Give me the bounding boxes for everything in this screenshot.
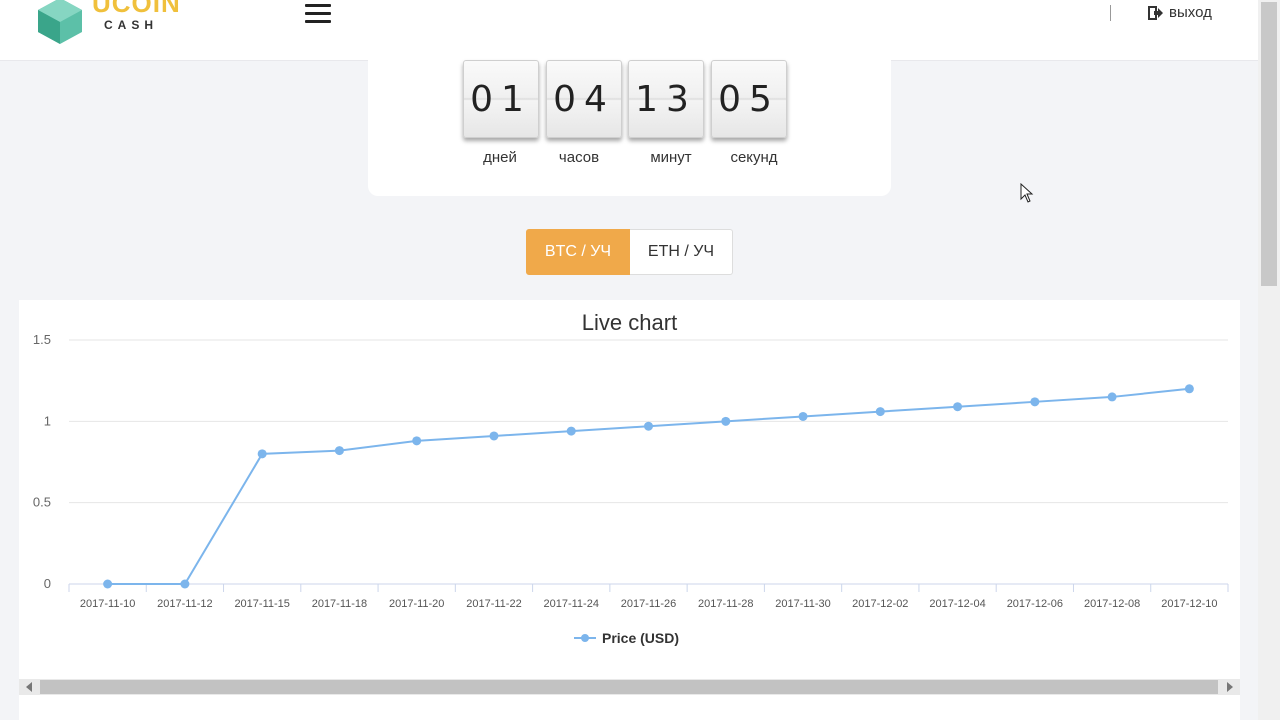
countdown-days: 01 <box>463 60 539 138</box>
x-tick-label: 2017-11-24 <box>544 598 599 610</box>
x-tick-label: 2017-11-15 <box>234 598 289 610</box>
countdown-hours: 04 <box>546 60 622 138</box>
x-tick-label: 2017-11-30 <box>775 598 830 610</box>
countdown-days-label: дней <box>483 149 517 166</box>
chart-legend-item[interactable]: Price (USD) <box>574 630 679 646</box>
x-tick-label: 2017-12-08 <box>1084 598 1140 610</box>
toggle-eth[interactable]: ETH / УЧ <box>630 229 733 275</box>
data-point <box>644 421 653 431</box>
logout-button[interactable]: выход <box>1148 4 1212 21</box>
menu-toggle-icon[interactable] <box>305 4 331 24</box>
legend-label: Price (USD) <box>602 630 680 646</box>
x-tick-label: 2017-11-22 <box>466 598 521 610</box>
countdown-seconds-label: секунд <box>730 149 778 166</box>
data-point <box>103 579 113 589</box>
header-divider <box>1110 5 1111 21</box>
top-navbar: UCOIN CASH выход <box>0 0 1258 61</box>
scroll-left-icon[interactable] <box>26 682 32 692</box>
countdown-seconds: 05 <box>711 60 787 138</box>
data-point <box>1030 397 1040 407</box>
y-tick-label: 1.5 <box>33 332 51 347</box>
countdown-minutes-label: минут <box>650 149 692 166</box>
data-point <box>875 407 885 417</box>
data-point <box>721 416 731 426</box>
chart-scrollbar-thumb[interactable] <box>40 680 1218 694</box>
x-tick-label: 2017-12-04 <box>929 598 985 610</box>
y-tick-label: 0.5 <box>33 495 51 510</box>
x-tick-label: 2017-12-10 <box>1161 598 1217 610</box>
x-tick-label: 2017-11-10 <box>80 598 135 610</box>
data-point <box>257 449 267 459</box>
data-point <box>798 411 808 421</box>
data-point <box>489 431 499 441</box>
x-tick-label: 2017-11-26 <box>621 598 676 610</box>
logout-icon <box>1148 5 1163 20</box>
data-point <box>180 579 190 589</box>
page-scrollbar[interactable] <box>1258 0 1280 720</box>
x-tick-label: 2017-11-12 <box>157 598 212 610</box>
mouse-pointer-icon <box>1020 183 1034 203</box>
toggle-btc[interactable]: BTC / УЧ <box>526 229 630 275</box>
logo-word: UCOIN <box>92 0 181 18</box>
series-line <box>107 387 1190 585</box>
x-tick-label: 2017-12-02 <box>852 598 908 610</box>
x-tick-label: 2017-12-06 <box>1007 598 1063 610</box>
scroll-right-icon[interactable] <box>1227 682 1233 692</box>
countdown-minutes: 13 <box>628 60 704 138</box>
pair-toggle: BTC / УЧ ETH / УЧ <box>526 229 733 275</box>
data-point <box>1107 392 1117 402</box>
x-tick-label: 2017-11-20 <box>389 598 444 610</box>
countdown-hours-label: часов <box>558 149 600 166</box>
chart-panel: Live chart 0 0.5 1 1.5 2017-11-10 2017-11-12 2… <box>19 300 1240 720</box>
legend-marker-icon <box>574 634 596 642</box>
data-point <box>412 436 422 446</box>
chart-scrollbar[interactable] <box>19 679 1240 695</box>
data-point <box>334 446 344 456</box>
logo-subword: CASH <box>104 18 159 32</box>
x-tick-label: 2017-11-18 <box>312 598 367 610</box>
logout-label: выход <box>1169 4 1212 21</box>
data-point <box>953 402 963 412</box>
page-scrollbar-thumb[interactable] <box>1261 2 1277 286</box>
countdown-card: 01 04 13 05 дней часов минут секунд <box>368 60 891 196</box>
data-point <box>1184 384 1194 394</box>
y-tick-label: 0 <box>44 576 51 591</box>
y-tick-label: 1 <box>44 413 51 428</box>
x-tick-label: 2017-11-28 <box>698 598 753 610</box>
data-point <box>566 426 576 436</box>
live-chart: 0 0.5 1 1.5 2017-11-10 2017-11-12 2017-11-15 20… <box>33 332 1229 610</box>
